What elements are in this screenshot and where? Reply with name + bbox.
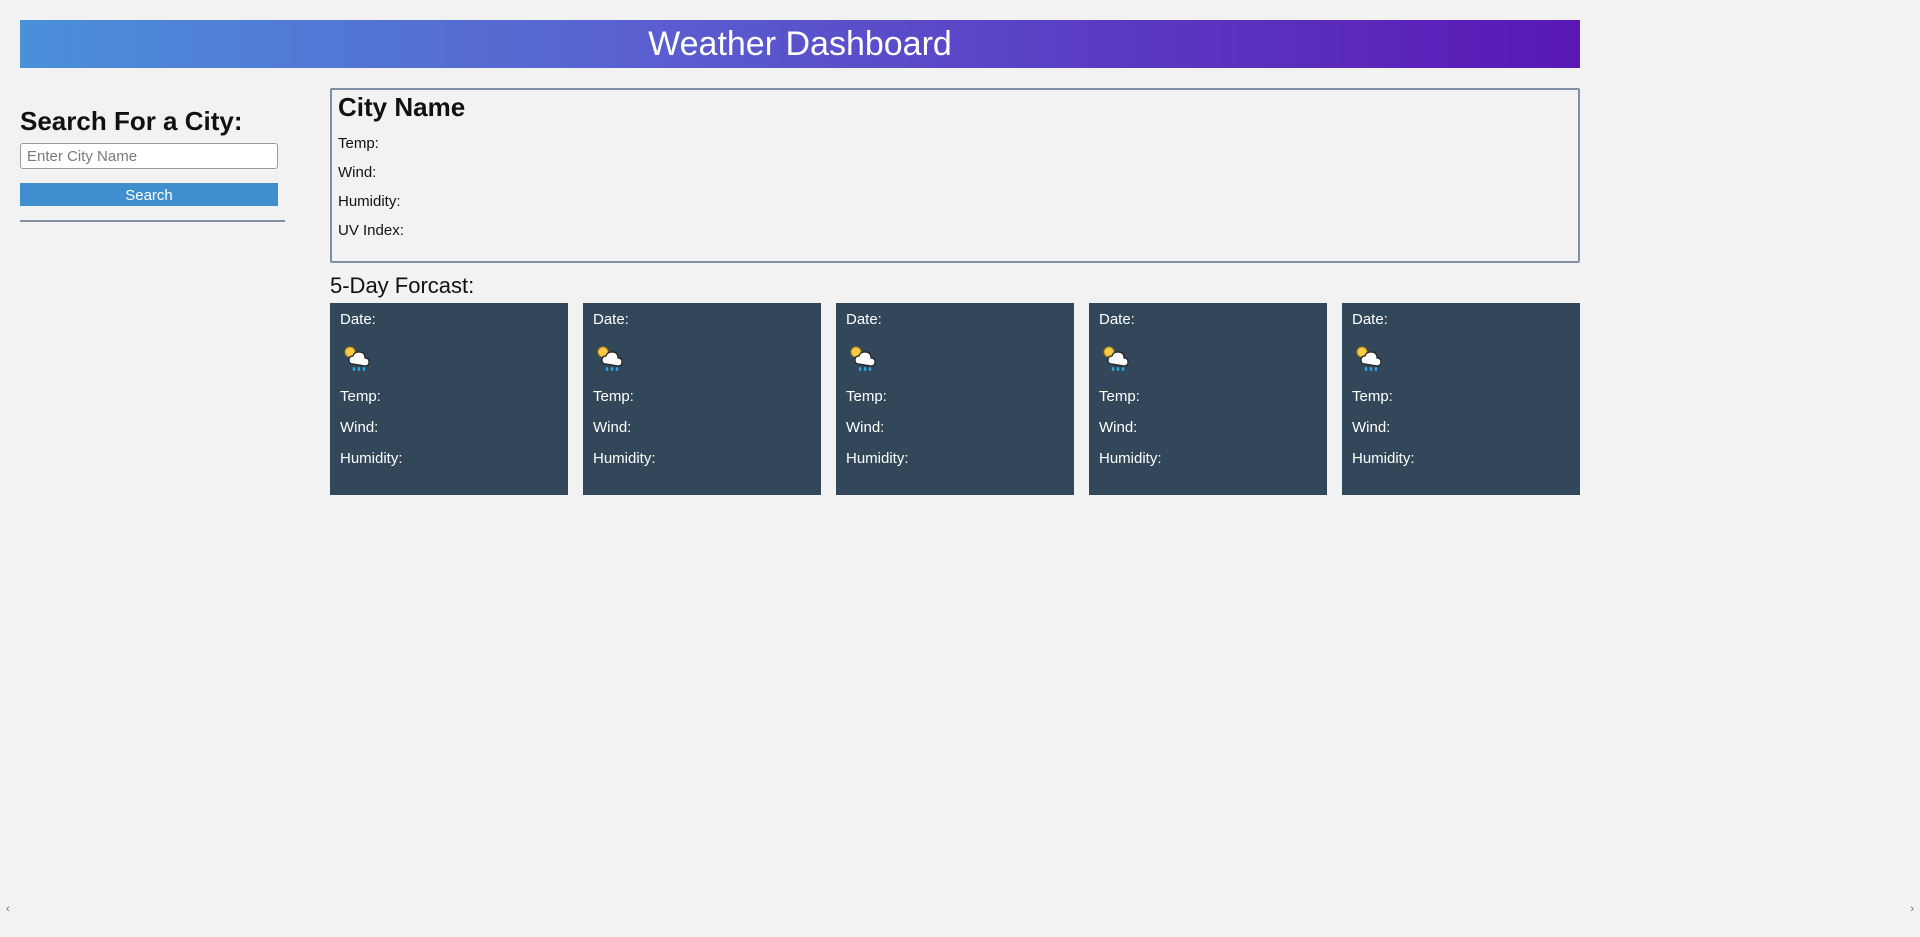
forecast-humidity: Humidity: [846,450,1064,467]
forecast-card: Date: Temp: Wind: Humidity: [1089,303,1327,495]
forecast-wind: Wind: [340,419,558,436]
sun-cloud-rain-icon [846,342,1064,374]
forecast-humidity: Humidity: [1352,450,1570,467]
current-uv: UV Index: [338,222,1572,239]
forecast-date: Date: [1099,311,1317,328]
forecast-card: Date: Temp: Wind: Humidity: [330,303,568,495]
forecast-date: Date: [340,311,558,328]
city-search-input[interactable] [20,143,278,169]
forecast-wind: Wind: [1099,419,1317,436]
current-humidity: Humidity: [338,193,1572,210]
forecast-temp: Temp: [1099,388,1317,405]
forecast-humidity: Humidity: [1099,450,1317,467]
search-divider [20,220,285,222]
forecast-humidity: Humidity: [340,450,558,467]
sun-cloud-rain-icon [593,342,811,374]
forecast-row: Date: Temp: Wind: Humidity: Date: Temp: … [330,303,1580,495]
sun-cloud-rain-icon [340,342,558,374]
current-wind: Wind: [338,164,1572,181]
forecast-temp: Temp: [1352,388,1570,405]
forecast-wind: Wind: [593,419,811,436]
search-panel: Search For a City: Search [20,88,290,222]
current-temp: Temp: [338,135,1572,152]
forecast-date: Date: [593,311,811,328]
search-button[interactable]: Search [20,183,278,206]
sun-cloud-rain-icon [1352,342,1570,374]
current-city-name: City Name [338,92,1572,123]
horizontal-scroll-hint: ‹ › [0,903,1920,915]
forecast-date: Date: [1352,311,1570,328]
forecast-heading: 5-Day Forcast: [330,273,1580,299]
page-header: Weather Dashboard [20,20,1580,68]
forecast-wind: Wind: [1352,419,1570,436]
forecast-wind: Wind: [846,419,1064,436]
forecast-humidity: Humidity: [593,450,811,467]
forecast-card: Date: Temp: Wind: Humidity: [583,303,821,495]
forecast-temp: Temp: [846,388,1064,405]
forecast-card: Date: Temp: Wind: Humidity: [836,303,1074,495]
search-heading: Search For a City: [20,106,290,137]
sun-cloud-rain-icon [1099,342,1317,374]
forecast-card: Date: Temp: Wind: Humidity: [1342,303,1580,495]
chevron-left-icon: ‹ [6,903,10,915]
forecast-date: Date: [846,311,1064,328]
page-title: Weather Dashboard [648,25,952,64]
forecast-temp: Temp: [340,388,558,405]
current-conditions-card: City Name Temp: Wind: Humidity: UV Index… [330,88,1580,263]
forecast-temp: Temp: [593,388,811,405]
chevron-right-icon: › [1910,903,1914,915]
